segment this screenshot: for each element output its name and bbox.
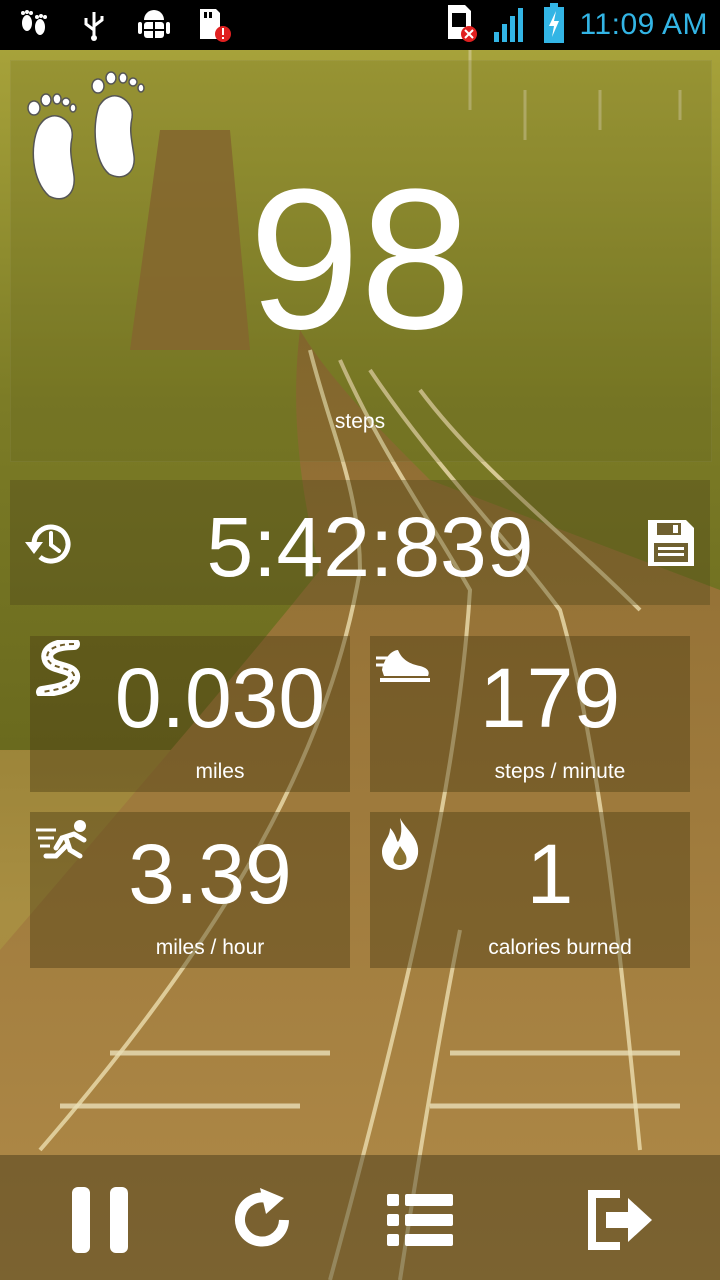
save-icon[interactable] (644, 516, 698, 570)
sd-card-alert-icon (194, 6, 234, 44)
action-bar (0, 1155, 720, 1280)
cadence-label: steps / minute (494, 760, 626, 783)
reset-icon (235, 1188, 289, 1247)
exit-icon (588, 1190, 652, 1250)
cadence-tile: 179 steps / minute (370, 636, 690, 792)
usb-icon (74, 6, 114, 44)
clock: 11:09 AM (579, 8, 708, 41)
calories-tile: 1 calories burned (370, 812, 690, 968)
elapsed-timer: 5:42:839 (206, 500, 534, 594)
steps-label: steps (334, 410, 386, 433)
pause-icon (72, 1187, 128, 1253)
calories-value: 1 (526, 827, 574, 921)
signal-icon (493, 4, 529, 46)
speed-tile: 3.39 miles / hour (30, 812, 350, 968)
speed-label: miles / hour (155, 936, 265, 959)
list-icon (387, 1194, 453, 1246)
speed-value: 3.39 (128, 827, 292, 921)
distance-value: 0.030 (114, 651, 326, 745)
cadence-value: 179 (479, 651, 621, 745)
pause-button[interactable] (50, 1175, 150, 1265)
exit-button[interactable] (570, 1175, 670, 1265)
history-list-button[interactable] (370, 1175, 470, 1265)
distance-label: miles (195, 760, 245, 783)
steps-count: 98 (248, 148, 472, 371)
history-icon[interactable] (22, 516, 78, 572)
status-bar: 11:09 AM (0, 0, 720, 50)
footprints-notification-icon (14, 6, 54, 44)
calories-label: calories burned (488, 936, 632, 959)
distance-tile: 0.030 miles (30, 636, 350, 792)
reset-button[interactable] (212, 1175, 312, 1265)
battery-charging-icon (543, 3, 565, 47)
no-sim-icon (445, 3, 479, 47)
android-debug-icon (134, 6, 174, 44)
